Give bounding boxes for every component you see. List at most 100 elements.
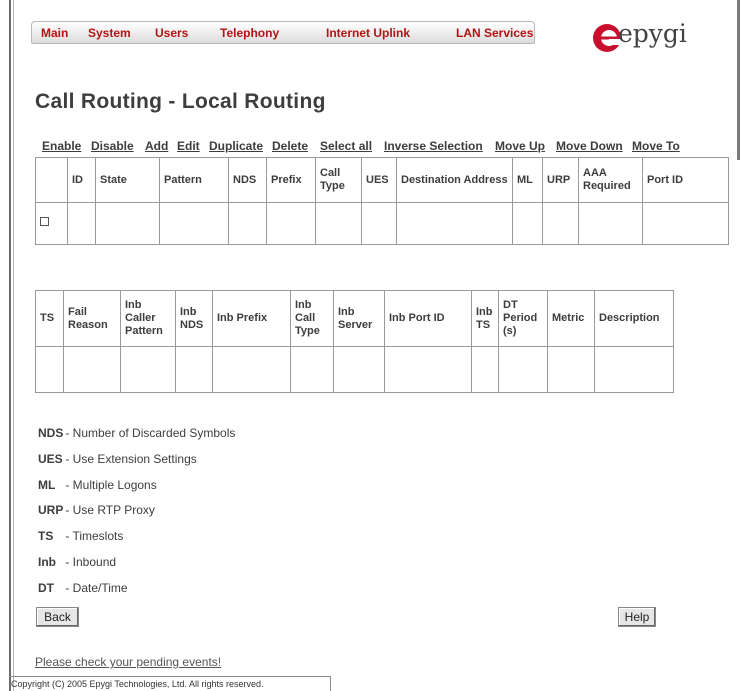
legend-text: - Use Extension Settings <box>65 452 197 466</box>
duplicate-link[interactable]: Duplicate <box>209 139 263 153</box>
disable-link[interactable]: Disable <box>91 139 134 153</box>
routing-table-inbound: TS Fail Reason Inb Caller Pattern Inb ND… <box>35 290 674 393</box>
col-ts: TS <box>35 290 64 347</box>
table-cell <box>594 346 674 393</box>
col-call-type: Call Type <box>315 157 362 203</box>
col-inb-server: Inb Server <box>333 290 385 347</box>
legend-text: - Use RTP Proxy <box>65 503 155 517</box>
table-cell <box>333 346 385 393</box>
menu-main[interactable]: Main <box>41 26 68 40</box>
legend-item: TS - Timeslots <box>38 529 123 543</box>
page-title: Call Routing - Local Routing <box>35 90 326 113</box>
table-cell <box>266 202 316 245</box>
legend-item: ML - Multiple Logons <box>38 478 157 492</box>
legend-abbr: UES <box>38 452 63 466</box>
move-down-link[interactable]: Move Down <box>556 139 623 153</box>
col-inb-caller-pattern: Inb Caller Pattern <box>120 290 176 347</box>
pending-events-link[interactable]: Please check your pending events! <box>35 655 221 669</box>
table-cell <box>175 346 213 393</box>
legend-abbr: URP <box>38 503 64 517</box>
legend-abbr: Inb <box>38 555 56 569</box>
table-cell <box>471 346 499 393</box>
col-nds: NDS <box>228 157 267 203</box>
col-ml: ML <box>512 157 543 203</box>
col-ues: UES <box>361 157 397 203</box>
table-cell <box>642 202 729 245</box>
col-destination-address: Destination Address <box>396 157 513 203</box>
table-cell <box>578 202 643 245</box>
legend-text: - Timeslots <box>65 529 124 543</box>
table-cell <box>67 202 96 245</box>
menu-internet-uplink[interactable]: Internet Uplink <box>326 26 410 40</box>
help-button[interactable]: Help <box>618 607 656 627</box>
enable-link[interactable]: Enable <box>42 139 81 153</box>
move-up-link[interactable]: Move Up <box>495 139 545 153</box>
table-cell <box>361 202 397 245</box>
legend-item: URP - Use RTP Proxy <box>38 503 155 517</box>
menu-telephony[interactable]: Telephony <box>220 26 279 40</box>
col-pattern: Pattern <box>159 157 229 203</box>
table-cell <box>35 346 64 393</box>
edit-link[interactable]: Edit <box>177 139 200 153</box>
col-description: Description <box>594 290 674 347</box>
table-cell <box>498 346 548 393</box>
table-cell <box>396 202 513 245</box>
col-dt-period: DT Period (s) <box>498 290 548 347</box>
table-cell <box>95 202 160 245</box>
left-frame-border <box>9 0 11 691</box>
col-id: ID <box>67 157 96 203</box>
legend-item: DT - Date/Time <box>38 581 128 595</box>
legend-abbr: NDS <box>38 426 64 440</box>
legend-abbr: ML <box>38 478 56 492</box>
table-cell <box>290 346 334 393</box>
col-aaa-required: AAA Required <box>578 157 643 203</box>
row-checkbox[interactable] <box>40 217 49 226</box>
inverse-selection-link[interactable]: Inverse Selection <box>384 139 483 153</box>
logo-wordmark: epygi <box>618 19 687 48</box>
col-inb-nds: Inb NDS <box>175 290 213 347</box>
table-cell <box>384 346 472 393</box>
table-cell <box>212 346 291 393</box>
routing-table-main: ID State Pattern NDS Prefix Call Type UE… <box>35 157 729 245</box>
left-frame-border-inner <box>13 0 14 691</box>
select-all-link[interactable]: Select all <box>320 139 372 153</box>
table-header-row: TS Fail Reason Inb Caller Pattern Inb ND… <box>35 290 674 347</box>
legend-abbr: TS <box>38 529 54 543</box>
col-prefix: Prefix <box>266 157 316 203</box>
legend-abbr: DT <box>38 581 54 595</box>
copyright-footer: Copyright (C) 2005 Epygi Technologies, L… <box>9 676 331 691</box>
back-button[interactable]: Back <box>36 607 79 627</box>
table-row <box>35 346 674 393</box>
menu-lan-services[interactable]: LAN Services <box>456 26 533 40</box>
col-inb-call-type: Inb Call Type <box>290 290 334 347</box>
col-fail-reason: Fail Reason <box>63 290 121 347</box>
col-inb-prefix: Inb Prefix <box>212 290 291 347</box>
table-cell <box>512 202 543 245</box>
table-cell <box>120 346 176 393</box>
table-row <box>35 202 729 245</box>
delete-link[interactable]: Delete <box>272 139 308 153</box>
move-to-link[interactable]: Move To <box>632 139 680 153</box>
table-cell <box>315 202 362 245</box>
add-link[interactable]: Add <box>145 139 168 153</box>
col-select <box>35 157 68 203</box>
col-state: State <box>95 157 160 203</box>
table-cell <box>547 346 595 393</box>
legend-item: NDS - Number of Discarded Symbols <box>38 426 235 440</box>
legend-text: - Number of Discarded Symbols <box>65 426 236 440</box>
table-cell <box>159 202 229 245</box>
col-inb-ts: Inb TS <box>471 290 499 347</box>
col-inb-port-id: Inb Port ID <box>384 290 472 347</box>
col-metric: Metric <box>547 290 595 347</box>
legend-item: UES - Use Extension Settings <box>38 452 197 466</box>
legend-text: - Inbound <box>65 555 117 569</box>
menu-users[interactable]: Users <box>155 26 188 40</box>
table-header-row: ID State Pattern NDS Prefix Call Type UE… <box>35 157 729 203</box>
row-select-cell <box>35 202 68 245</box>
legend-text: - Multiple Logons <box>65 478 157 492</box>
table-cell <box>63 346 121 393</box>
menu-system[interactable]: System <box>88 26 131 40</box>
table-cell <box>542 202 579 245</box>
col-urp: URP <box>542 157 579 203</box>
table-cell <box>228 202 267 245</box>
